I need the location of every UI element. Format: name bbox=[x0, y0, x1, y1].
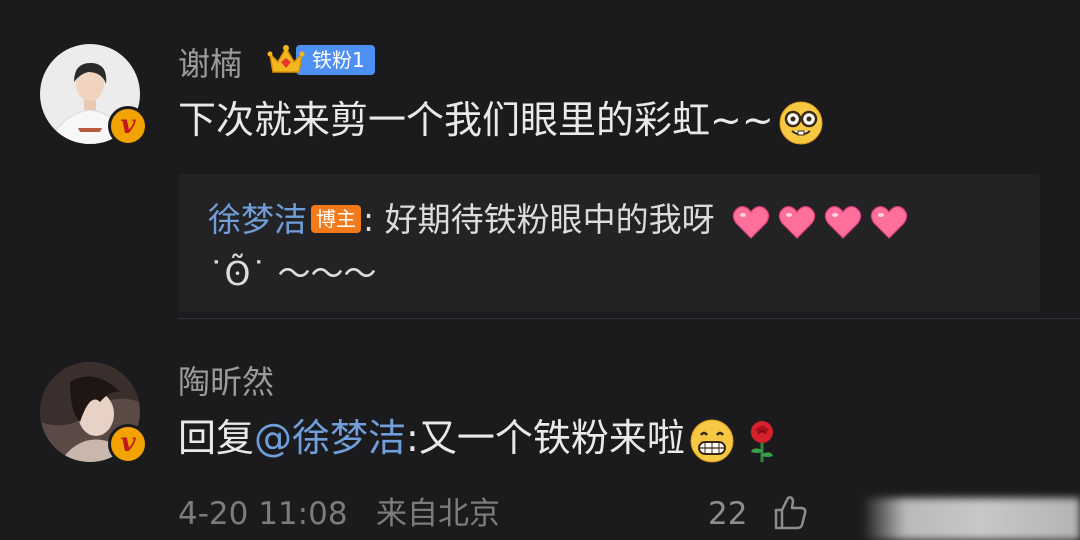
verified-badge-icon: v bbox=[108, 424, 148, 464]
comment-author-name[interactable]: 谢楠 bbox=[178, 44, 242, 84]
heart-emoji-icon bbox=[732, 205, 770, 239]
mention-link[interactable]: @徐梦洁 bbox=[254, 416, 406, 460]
quoted-reply-text: : 好期待铁粉眼中的我呀 bbox=[363, 200, 715, 239]
comment-author-name[interactable]: 陶昕然 bbox=[178, 362, 274, 402]
divider bbox=[178, 318, 1080, 319]
heart-emoji-icon bbox=[870, 205, 908, 239]
quoted-reply[interactable]: 徐梦洁 博主: 好期待铁粉眼中的我呀 ˙ʘ̃˙ ～～～ bbox=[178, 174, 1040, 312]
verified-badge-icon: v bbox=[108, 106, 148, 146]
heart-emoji-icon bbox=[778, 205, 816, 239]
nerd-face-emoji-icon bbox=[779, 101, 823, 144]
quoted-reply-line-2: ˙ʘ̃˙ ～～～ bbox=[208, 254, 377, 293]
heart-emoji-icon bbox=[824, 205, 862, 239]
thumbs-up-icon[interactable] bbox=[770, 492, 810, 532]
comment-timestamp: 4-20 11:08 bbox=[178, 496, 348, 532]
blurred-region bbox=[862, 498, 1080, 540]
like-count[interactable]: 22 bbox=[708, 494, 747, 534]
fan-badge[interactable]: 铁粉1 bbox=[266, 40, 375, 80]
quoted-reply-author[interactable]: 徐梦洁 bbox=[208, 200, 307, 239]
comment-text: :又一个铁粉来啦 bbox=[406, 416, 685, 460]
grin-emoji-icon bbox=[690, 419, 734, 462]
comment-body: 下次就来剪一个我们眼里的彩虹~~ bbox=[178, 96, 824, 146]
reply-prefix: 回复 bbox=[178, 416, 255, 460]
comment-body: 回复@徐梦洁:又一个铁粉来啦 bbox=[178, 414, 785, 464]
comment-text: 下次就来剪一个我们眼里的彩虹~~ bbox=[178, 98, 774, 142]
comment-location: 来自北京 bbox=[376, 496, 500, 532]
crown-icon bbox=[267, 45, 305, 73]
rose-emoji-icon bbox=[750, 420, 773, 462]
quoted-reply-line-1: 徐梦洁 博主: 好期待铁粉眼中的我呀 bbox=[208, 198, 909, 242]
blogger-tag: 博主 bbox=[311, 204, 361, 233]
fan-badge-label: 铁粉1 bbox=[296, 45, 375, 75]
comment-thread: v 谢楠 铁粉1 下次就来剪一个我们眼里的彩虹~~ 徐梦洁 博主: 好期待铁粉眼中… bbox=[0, 0, 1080, 540]
